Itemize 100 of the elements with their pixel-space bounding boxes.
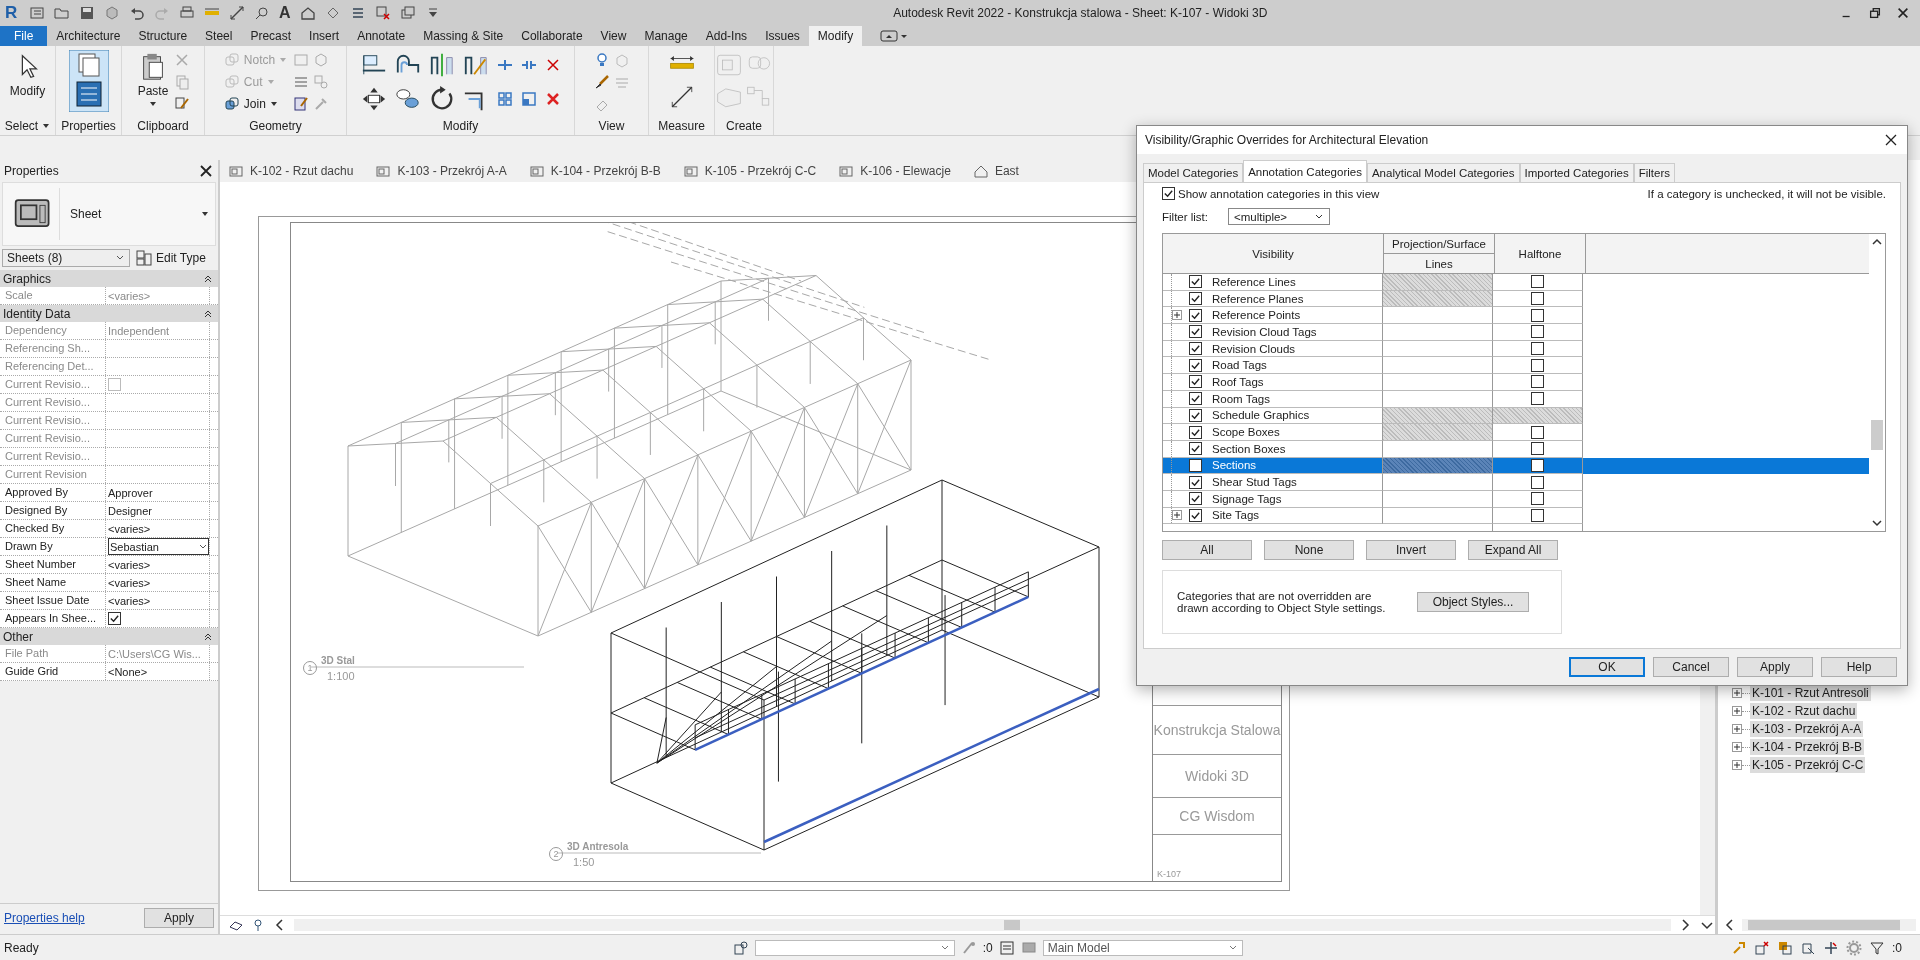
halftone-cell[interactable] [1493, 307, 1583, 325]
category-row[interactable]: Revision Clouds [1163, 340, 1869, 358]
category-row[interactable]: Site Tags [1163, 507, 1869, 525]
scrollbar-thumb[interactable] [1871, 420, 1883, 450]
checkbox[interactable] [1189, 292, 1202, 306]
category-row[interactable]: Signage Tags [1163, 490, 1869, 508]
modify-button[interactable]: Modify [7, 50, 48, 100]
caret-icon[interactable] [42, 122, 51, 130]
lines-override-cell[interactable] [1383, 390, 1493, 408]
column-header[interactable]: Visibility [1163, 234, 1384, 273]
mirror-axis-icon[interactable] [428, 52, 455, 78]
expand-icon[interactable] [1732, 688, 1742, 698]
ribbon-tab[interactable]: File [0, 26, 48, 46]
house-icon[interactable] [299, 5, 316, 21]
paint-icon[interactable] [293, 96, 310, 112]
checkbox[interactable] [108, 612, 121, 625]
document-tab[interactable]: K-106 - Elewacje [838, 163, 951, 179]
checkbox[interactable] [1189, 492, 1202, 506]
delete-icon[interactable] [544, 91, 561, 107]
halftone-cell[interactable] [1493, 340, 1583, 358]
document-tab[interactable]: East [972, 163, 1019, 179]
checkbox[interactable] [1531, 325, 1544, 339]
lines-override-cell[interactable] [1383, 340, 1493, 358]
group-header[interactable]: Identity Data [0, 305, 218, 322]
checkbox[interactable] [1531, 475, 1544, 489]
expand-icon[interactable] [1732, 706, 1742, 716]
properties-button[interactable] [68, 50, 109, 112]
property-value[interactable]: <varies> [108, 576, 151, 589]
instance-filter-dropdown[interactable]: Sheets (8) [2, 249, 130, 267]
lines-override-cell[interactable] [1383, 357, 1493, 375]
checkbox[interactable] [1162, 187, 1175, 200]
ribbon-tab[interactable]: Add-Ins [696, 26, 757, 46]
category-row[interactable]: Sections [1163, 457, 1869, 475]
list-button[interactable]: All [1162, 540, 1252, 560]
checkbox[interactable] [1189, 325, 1202, 339]
category-row[interactable]: Shear Stud Tags [1163, 474, 1869, 491]
group-header[interactable]: Graphics [0, 270, 218, 287]
category-row[interactable]: Revision Cloud Tags [1163, 324, 1869, 341]
ribbon-tab[interactable]: View [591, 26, 636, 46]
list-button[interactable]: Expand All [1468, 540, 1558, 560]
checkbox[interactable] [1531, 508, 1544, 522]
close-icon[interactable] [1896, 6, 1910, 20]
checkbox[interactable] [1189, 425, 1202, 439]
checkbox[interactable] [1531, 492, 1544, 506]
design-model-dropdown[interactable]: Main Model [1042, 939, 1243, 956]
halftone-cell[interactable] [1493, 274, 1583, 291]
expand-icon[interactable] [1732, 760, 1742, 770]
halftone-cell[interactable] [1493, 457, 1583, 475]
ribbon-tab[interactable]: Manage [635, 26, 697, 46]
ribbon-tab[interactable]: Steel [196, 26, 242, 46]
group-header[interactable]: Other [0, 628, 218, 645]
lines-override-cell[interactable] [1383, 474, 1493, 491]
category-row[interactable]: Reference Planes [1163, 290, 1869, 308]
property-value[interactable]: <varies> [108, 522, 151, 535]
dialog-tab[interactable]: Imported Categories [1519, 163, 1634, 182]
halftone-cell[interactable] [1493, 374, 1583, 391]
value-dropdown[interactable]: Sebastian [108, 538, 209, 555]
lines-override-cell[interactable] [1383, 324, 1493, 341]
halftone-cell[interactable] [1493, 390, 1583, 408]
checkbox[interactable] [1531, 392, 1544, 406]
document-tab[interactable]: K-103 - Przekrój A-A [375, 163, 507, 179]
lines-override-cell[interactable] [1383, 490, 1493, 508]
print-icon[interactable] [179, 5, 195, 21]
properties-help-link[interactable]: Properties help [4, 911, 85, 925]
category-row[interactable]: Roof Tags [1163, 374, 1869, 391]
expand-icon[interactable] [1172, 510, 1182, 521]
category-row[interactable]: Reference Points [1163, 307, 1869, 325]
brush-icon[interactable] [593, 74, 610, 90]
dialog-tab[interactable]: Model Categories [1143, 163, 1244, 182]
paste-button[interactable]: Paste [135, 50, 171, 110]
halftone-cell[interactable] [1493, 424, 1583, 441]
collapse-icon[interactable] [203, 631, 213, 642]
category-row[interactable]: Road Tags [1163, 357, 1869, 375]
ribbon-tab[interactable]: Annotate [348, 26, 415, 46]
expand-icon[interactable] [1172, 310, 1182, 321]
open-icon[interactable] [54, 5, 70, 21]
halftone-cell[interactable] [1493, 290, 1583, 308]
checkbox[interactable] [1189, 342, 1202, 356]
checkbox[interactable] [1531, 292, 1544, 306]
checkbox[interactable] [1531, 375, 1544, 389]
close-views-icon[interactable] [374, 5, 391, 21]
filter-dropdown[interactable]: <multiple> [1228, 208, 1330, 225]
sheet-list-item[interactable]: K-105 - Przekrój C-C [1750, 757, 1866, 773]
checkbox[interactable] [1531, 458, 1544, 472]
dialog-button[interactable]: Apply [1737, 657, 1813, 677]
ribbon-tab[interactable]: Insert [300, 26, 349, 46]
scrollbar-thumb[interactable] [1004, 920, 1020, 930]
ribbon-tab[interactable]: Modify [808, 26, 863, 46]
close-icon[interactable] [198, 163, 214, 179]
halftone-cell[interactable] [1493, 474, 1583, 491]
lines-override-cell[interactable] [1383, 274, 1493, 291]
type-selector[interactable]: Sheet [2, 182, 216, 246]
halftone-cell[interactable] [1493, 324, 1583, 341]
checkbox[interactable] [1531, 308, 1544, 322]
checkbox[interactable] [1531, 358, 1544, 372]
halftone-cell[interactable] [1493, 357, 1583, 375]
dialog-tab[interactable]: Annotation Categories [1243, 160, 1367, 182]
expand-icon[interactable] [1732, 742, 1742, 752]
save-icon[interactable] [79, 5, 95, 21]
scrollbar-thumb[interactable] [1748, 920, 1900, 930]
